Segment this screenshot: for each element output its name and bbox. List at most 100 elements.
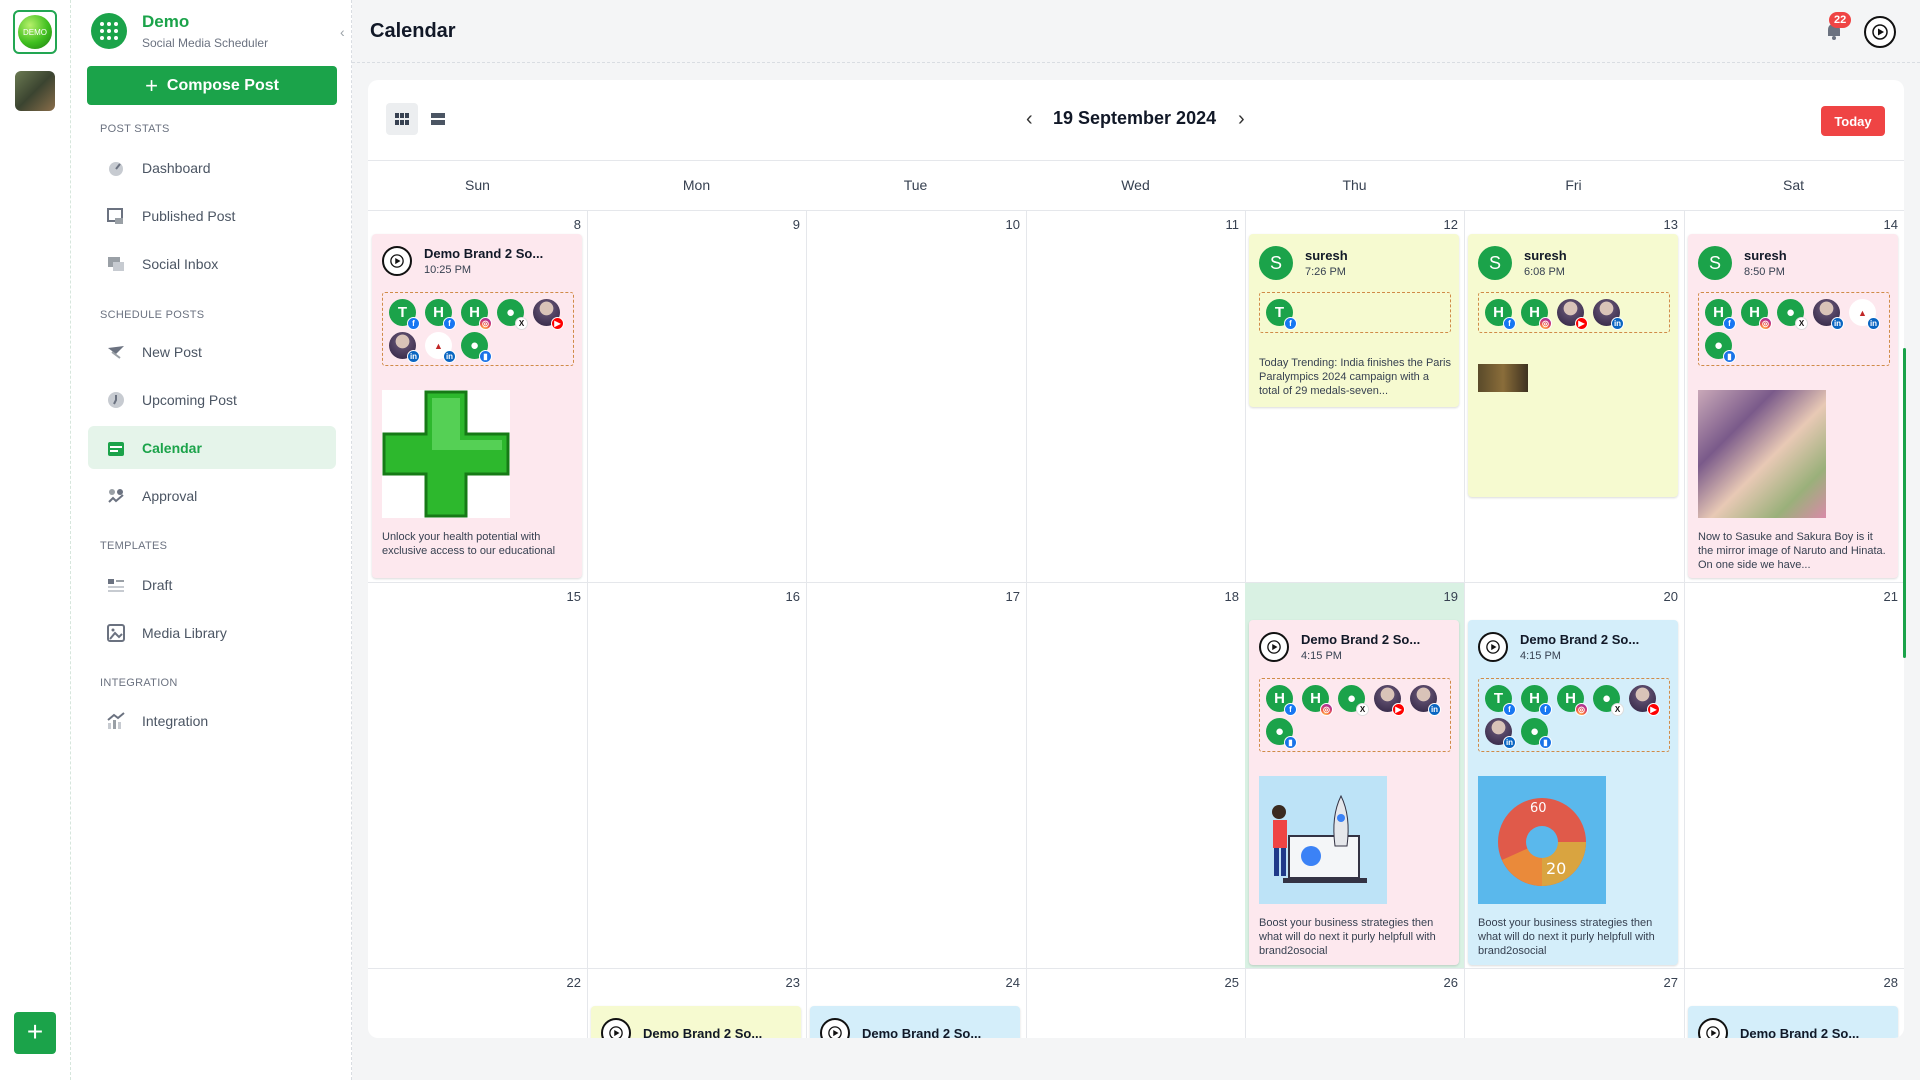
post-card[interactable]: Demo Brand 2 So... [810, 1006, 1020, 1038]
account-avatar: H ◎ [1741, 299, 1772, 330]
account-avatar: ● X [1593, 685, 1624, 716]
day-cell[interactable]: 24 Demo Brand 2 So... [806, 968, 1027, 1038]
account-avatar: ▲ in [1849, 299, 1880, 330]
workspace-rail: DEMO + [0, 0, 71, 1080]
sidebar-item-media-library[interactable]: Media Library [88, 611, 336, 654]
sidebar-label-integration: Integration [142, 712, 209, 729]
day-cell[interactable]: 13 Ssuresh 6:08 PM Hf H ◎ ▶ in [1464, 210, 1685, 582]
sidebar-item-integration[interactable]: Integration [88, 699, 336, 742]
instagram-icon: ◎ [1539, 317, 1552, 330]
account-avatar: ● ▮ [1705, 332, 1736, 363]
calendar-scrollbar[interactable] [1903, 348, 1906, 658]
day-cell[interactable]: 23 Demo Brand 2 So... [587, 968, 807, 1038]
weekday-sat: Sat [1782, 177, 1804, 193]
sidebar-label-new-post: New Post [142, 343, 202, 360]
sidebar-item-draft[interactable]: Draft [88, 563, 336, 606]
day-cell[interactable]: 22 [368, 968, 588, 1038]
day-cell[interactable]: 18 [1026, 582, 1246, 968]
day-cell[interactable]: 27 [1464, 968, 1685, 1038]
post-card[interactable]: Ssuresh 7:26 PM Tf Today Trending: India … [1249, 234, 1459, 407]
brand-avatar-icon [1478, 632, 1508, 662]
account-letter: H [1493, 304, 1504, 321]
day-cell[interactable]: 11 [1026, 210, 1246, 582]
sidebar-label-calendar: Calendar [142, 439, 202, 456]
sidebar-item-upcoming-post[interactable]: Upcoming Post [88, 378, 336, 421]
workspace-secondary[interactable] [15, 71, 55, 111]
account-avatar: H ◎ [1302, 685, 1333, 716]
day-cell[interactable]: 26 [1245, 968, 1465, 1038]
post-card[interactable]: Ssuresh 6:08 PM Hf H ◎ ▶ in [1468, 234, 1678, 497]
post-time: 6:08 PM [1524, 266, 1565, 278]
day-number: 15 [566, 589, 581, 604]
post-text: Boost your business strategies then what… [1259, 917, 1436, 957]
linkedin-icon: in [1503, 736, 1516, 749]
previous-month-chevron-icon[interactable]: ‹ [1026, 108, 1033, 131]
post-card[interactable]: Demo Brand 2 So... 4:15 PM Tf Hf H ◎ ● X ▶ … [1468, 620, 1678, 965]
day-number: 22 [566, 975, 581, 990]
day-cell[interactable]: 16 [587, 582, 807, 968]
day-number: 10 [1005, 217, 1020, 232]
day-cell[interactable]: 8 Demo Brand 2 So... 10:25 PM Tf Hf H ◎ ● X… [368, 210, 588, 582]
day-cell[interactable]: 9 [587, 210, 807, 582]
sidebar-item-calendar[interactable]: Calendar [88, 426, 336, 469]
account-letter: H [433, 304, 444, 321]
day-cell[interactable]: 20 Demo Brand 2 So... 4:15 PM Tf Hf H ◎ ● X… [1464, 582, 1685, 968]
day-cell[interactable]: 12 Ssuresh 7:26 PM Tf Today Trending: Ind… [1245, 210, 1465, 582]
account-avatar: Hf [425, 299, 456, 330]
post-card[interactable]: Demo Brand 2 So... 4:15 PM Hf H ◎ ● X ▶ in … [1249, 620, 1459, 965]
day-cell[interactable]: 21 [1684, 582, 1904, 968]
compose-post-button[interactable]: + Compose Post [87, 66, 337, 105]
day-cell[interactable]: 25 [1026, 968, 1246, 1038]
account-avatar: ● ▮ [1521, 718, 1552, 749]
calendar-header-divider [368, 160, 1904, 161]
notification-count-badge: 22 [1829, 12, 1852, 28]
post-card[interactable]: Demo Brand 2 So... [591, 1006, 801, 1038]
day-cell[interactable]: 17 [806, 582, 1027, 968]
sidebar-item-published-post[interactable]: Published Post [88, 194, 336, 237]
account-avatar: H ◎ [461, 299, 492, 330]
calendar-grid: 8 Demo Brand 2 So... 10:25 PM Tf Hf H ◎ ● X… [368, 210, 1904, 1038]
post-author: Demo Brand 2 So... [643, 1025, 763, 1039]
day-number: 12 [1443, 217, 1458, 232]
instagram-icon: ◎ [479, 317, 492, 330]
day-cell-today[interactable]: 19 Demo Brand 2 So... 4:15 PM Hf H ◎ ● X ▶ … [1245, 582, 1465, 968]
workspace-demo[interactable]: DEMO [13, 10, 57, 54]
weekday-wed: Wed [1121, 177, 1150, 193]
day-number: 8 [573, 217, 581, 232]
day-cell[interactable]: 28 Demo Brand 2 So... [1684, 968, 1904, 1038]
sidebar-item-social-inbox[interactable]: Social Inbox [88, 242, 336, 285]
list-view-button[interactable] [422, 103, 454, 135]
post-accounts: Hf H ◎ ● X ▶ in ● ▮ [1259, 678, 1451, 752]
day-number: 28 [1883, 975, 1898, 990]
sidebar-item-dashboard[interactable]: Dashboard [88, 146, 336, 189]
collapse-sidebar-icon[interactable]: ‹ [340, 24, 352, 40]
brand-avatar-icon [820, 1018, 850, 1038]
sidebar-item-new-post[interactable]: New Post [88, 330, 336, 373]
compose-post-label: Compose Post [166, 76, 279, 94]
post-time: 10:25 PM [424, 264, 472, 276]
integration-icon [104, 709, 128, 733]
day-cell[interactable]: 10 [806, 210, 1027, 582]
add-workspace-button[interactable]: + [14, 1012, 56, 1054]
post-card[interactable]: Demo Brand 2 So... 10:25 PM Tf Hf H ◎ ● X ▶… [372, 234, 582, 578]
weekday-tue: Tue [903, 177, 928, 193]
account-letter: H [1529, 304, 1540, 321]
day-cell[interactable]: 14 Ssuresh 8:50 PM Hf H ◎ ● X in ▲ in ● ▮ Now… [1684, 210, 1904, 582]
facebook-icon: f [443, 317, 456, 330]
today-button[interactable]: Today [1821, 106, 1885, 136]
account-avatar: Hf [1485, 299, 1516, 330]
month-view-button[interactable] [386, 103, 418, 135]
post-card[interactable]: Ssuresh 8:50 PM Hf H ◎ ● X in ▲ in ● ▮ Now to… [1688, 234, 1898, 578]
sidebar-item-approval[interactable]: Approval [88, 474, 336, 517]
approval-icon [104, 484, 128, 508]
post-card[interactable]: Demo Brand 2 So... [1688, 1006, 1898, 1038]
sidebar-label-upcoming-post: Upcoming Post [142, 391, 237, 408]
instagram-icon: ◎ [1320, 703, 1333, 716]
brand-name: Demo [142, 12, 190, 31]
pie-label-20: 20 [1546, 859, 1566, 878]
next-month-chevron-icon[interactable]: › [1238, 108, 1245, 131]
post-author: suresh [1744, 248, 1787, 263]
account-letter: H [469, 304, 480, 321]
user-avatar[interactable] [1864, 16, 1896, 48]
day-cell[interactable]: 15 [368, 582, 588, 968]
